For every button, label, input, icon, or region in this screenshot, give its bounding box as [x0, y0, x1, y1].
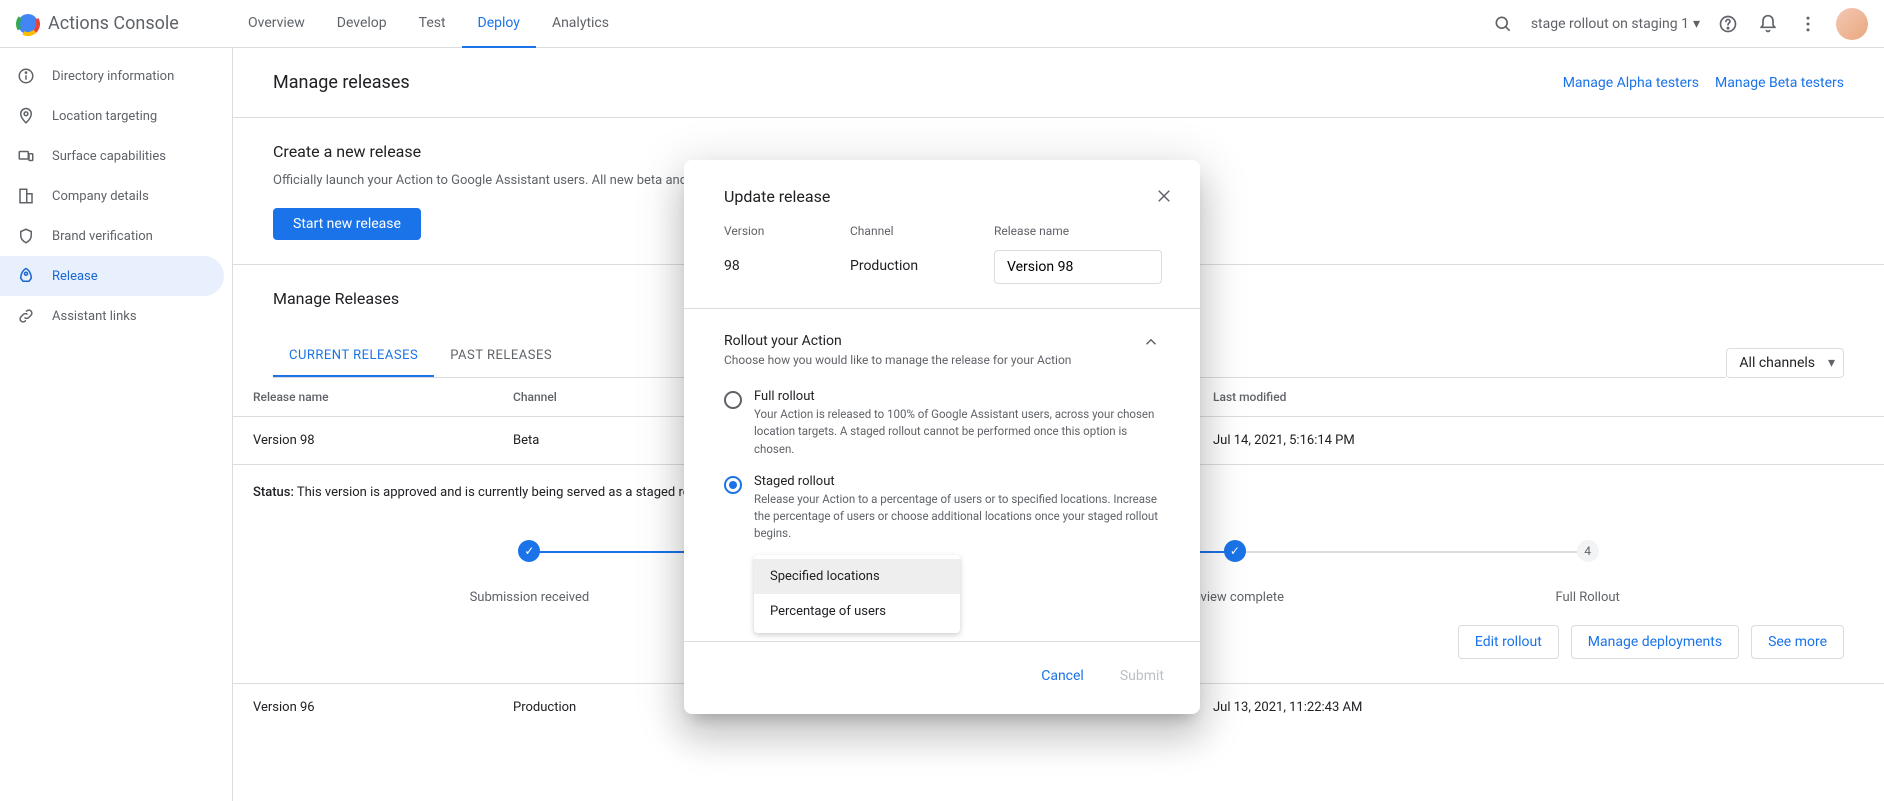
notifications-icon[interactable]	[1756, 12, 1780, 36]
logo-section: Actions Console	[16, 12, 232, 36]
radio-desc: Your Action is released to 100% of Googl…	[754, 406, 1160, 458]
nav-deploy[interactable]: Deploy	[462, 0, 536, 48]
dialog-title: Update release	[724, 187, 830, 206]
radio-full-rollout[interactable]: Full rollout Your Action is released to …	[724, 385, 1160, 470]
avatar[interactable]	[1836, 8, 1868, 40]
rollout-subtitle: Choose how you would like to manage the …	[724, 353, 1130, 367]
topbar-right: stage rollout on staging 1 ▾	[1491, 8, 1868, 40]
rollout-title: Rollout your Action	[724, 333, 1130, 349]
radio-icon	[724, 476, 742, 494]
nav-develop[interactable]: Develop	[321, 0, 403, 48]
search-icon[interactable]	[1491, 12, 1515, 36]
radio-title: Full rollout	[754, 389, 1160, 404]
nav-test[interactable]: Test	[403, 0, 462, 48]
release-name-input[interactable]	[994, 250, 1162, 284]
radio-icon	[724, 391, 742, 409]
topbar: Actions Console Overview Develop Test De…	[0, 0, 1884, 48]
dialog-backdrop: Update release Version Channel Release n…	[0, 48, 1884, 801]
chevron-down-icon: ▾	[1693, 16, 1700, 32]
nav-analytics[interactable]: Analytics	[536, 0, 625, 48]
value-version: 98	[724, 246, 850, 284]
help-icon[interactable]	[1716, 12, 1740, 36]
google-logo-icon	[16, 12, 40, 36]
label-channel: Channel	[850, 224, 994, 238]
cancel-button[interactable]: Cancel	[1029, 660, 1096, 692]
dropdown-item-locations[interactable]: Specified locations	[754, 559, 960, 594]
more-vert-icon[interactable]	[1796, 12, 1820, 36]
label-version: Version	[724, 224, 850, 238]
submit-button[interactable]: Submit	[1108, 660, 1176, 692]
radio-desc: Release your Action to a percentage of u…	[754, 491, 1160, 543]
project-name: stage rollout on staging 1	[1531, 16, 1689, 32]
label-release-name: Release name	[994, 224, 1162, 238]
dropdown-item-percentage[interactable]: Percentage of users	[754, 594, 960, 629]
radio-staged-rollout[interactable]: Staged rollout Release your Action to a …	[724, 470, 1160, 555]
chevron-up-icon	[1142, 333, 1160, 351]
top-nav: Overview Develop Test Deploy Analytics	[232, 0, 625, 48]
close-icon[interactable]	[1152, 184, 1176, 208]
staged-rollout-dropdown: Specified locations Percentage of users	[754, 555, 960, 633]
value-channel: Production	[850, 246, 994, 284]
console-title: Actions Console	[48, 13, 179, 34]
radio-title: Staged rollout	[754, 474, 1160, 489]
nav-overview[interactable]: Overview	[232, 0, 321, 48]
update-release-dialog: Update release Version Channel Release n…	[684, 160, 1200, 714]
project-selector[interactable]: stage rollout on staging 1 ▾	[1531, 16, 1700, 32]
rollout-section-toggle[interactable]: Rollout your Action Choose how you would…	[724, 333, 1160, 367]
